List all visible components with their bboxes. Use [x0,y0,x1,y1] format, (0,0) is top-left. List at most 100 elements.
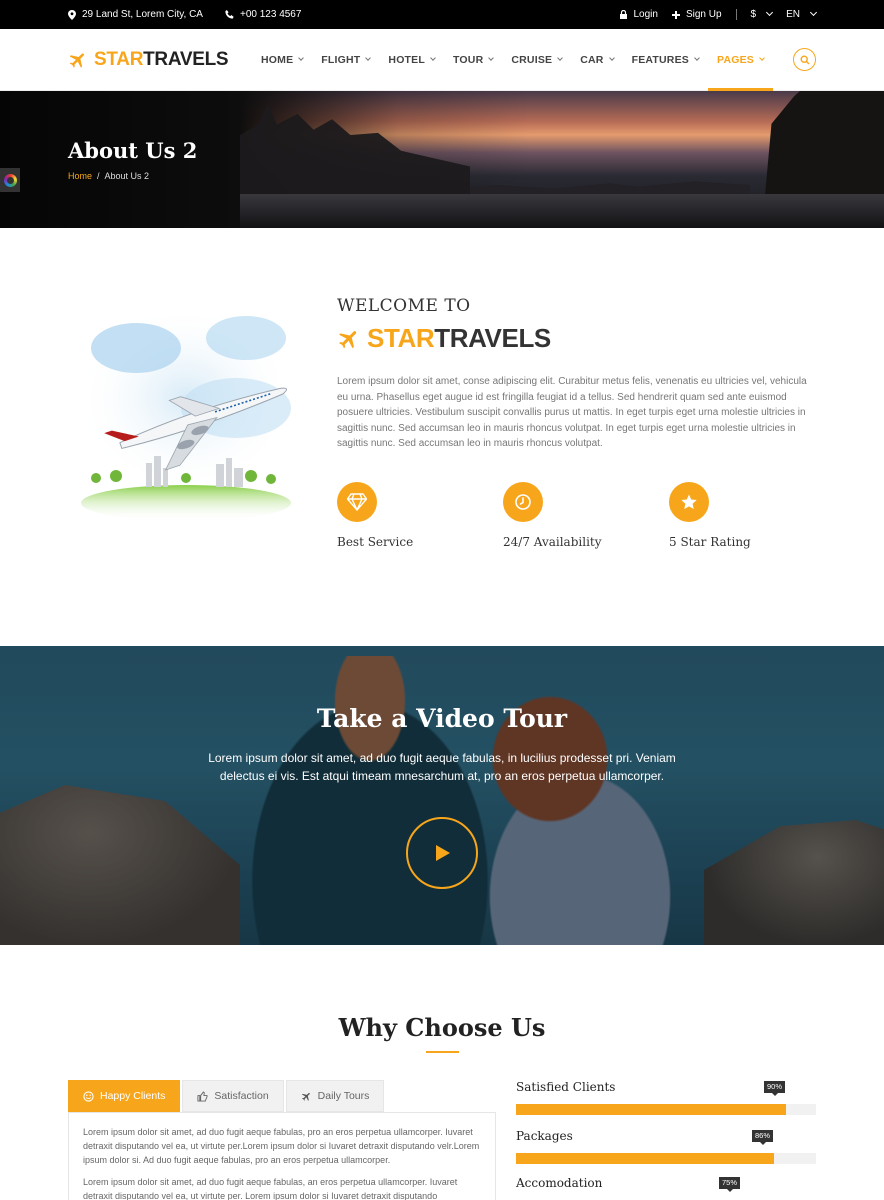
nav-label: CAR [580,53,604,66]
nav-item-pages[interactable]: PAGES [708,29,773,91]
logo-text-part1: STAR [94,48,144,70]
currency-dropdown[interactable]: $ [750,8,774,20]
tab-label: Happy Clients [100,1090,166,1102]
welcome-heading: WELCOME TO [337,296,471,316]
breadcrumb: Home / About Us 2 [68,171,149,181]
nav-item-car[interactable]: CAR [571,29,622,91]
video-tour-section: Take a Video Tour Lorem ipsum dolor sit … [0,646,884,945]
chevron-down-icon [608,54,615,61]
skill-packages: Packages 86% [516,1129,816,1164]
chevron-down-icon [759,54,765,61]
video-title: Take a Video Tour [316,704,568,733]
feature-label: 24/7 Availability [503,535,602,549]
welcome-body: Lorem ipsum dolor sit amet, conse adipis… [337,376,807,450]
hero-trees [764,91,884,206]
logo-text-part2: TRAVELS [143,48,229,70]
title-underline [426,1051,459,1053]
tab-satisfaction[interactable]: Satisfaction [182,1080,284,1112]
skill-accomodation: Accomodation 75% [516,1176,816,1192]
nav-label: FLIGHT [321,53,361,66]
feature-icon-circle [669,482,709,522]
why-choose-section: Why Choose Us Happy Clients Satisfaction… [0,945,884,1200]
feature-label: 5 Star Rating [669,535,751,549]
chevron-down-icon [365,54,372,61]
feature-availability: 24/7 Availability [503,482,602,549]
chevron-down-icon [557,54,564,61]
smiley-icon [83,1090,94,1102]
tab-happy-clients[interactable]: Happy Clients [68,1080,181,1112]
thumbs-up-icon [197,1090,208,1102]
nav-label: PAGES [717,53,754,66]
signup-link[interactable]: Sign Up [671,9,722,20]
welcome-section: WELCOME TO STAR TRAVELS Lorem ipsum dolor… [0,228,884,646]
section-title: Why Choose Us [338,1013,546,1042]
feature-icon-circle [503,482,543,522]
diamond-icon [347,493,367,511]
clock-icon [515,494,531,510]
chevron-down-icon [430,54,436,61]
nav-item-hotel[interactable]: HOTEL [379,29,444,91]
hero-castle [240,103,470,198]
play-video-button[interactable] [406,817,478,889]
video-text: Lorem ipsum dolor sit amet, ad duo fugit… [208,751,676,783]
welcome-brand-part1: STAR [367,323,435,353]
chevron-down-icon [488,54,495,61]
tab-panel-text: Lorem ipsum dolor sit amet, ad duo fugit… [83,1176,458,1200]
airplane-illustration [76,303,296,521]
tab-label: Daily Tours [317,1090,370,1102]
nav-label: TOUR [453,53,484,66]
nav-item-tour[interactable]: TOUR [444,29,502,91]
nav-menu: HOME FLIGHT HOTEL TOUR CRUISE CAR FEATUR… [252,29,816,91]
breadcrumb-home-link[interactable]: Home [68,171,92,181]
lock-icon [620,10,628,19]
chevron-down-icon [298,54,305,61]
login-link[interactable]: Login [620,9,658,20]
nav-label: FEATURES [631,53,690,66]
map-pin-icon [68,9,76,20]
page-hero: About Us 2 Home / About Us 2 [0,91,884,228]
plane-icon [301,1092,310,1101]
progress-fill [516,1104,786,1115]
feature-icon-circle [337,482,377,522]
skill-percent-badge: 86% [752,1130,774,1145]
nav-label: HOME [260,53,294,66]
phone[interactable]: +00 123 4567 [225,9,301,20]
nav-item-features[interactable]: FEATURES [623,29,708,91]
top-bar: 29 Land St, Lorem City, CA +00 123 4567 … [0,0,884,29]
page-title: About Us 2 [68,138,198,163]
star-icon [681,494,697,510]
chevron-down-icon [809,8,818,17]
progress-track [516,1104,816,1115]
hero-skyline [470,181,750,194]
login-label: Login [633,9,658,20]
nav-item-home[interactable]: HOME [252,29,312,91]
plane-icon [339,330,357,348]
plus-icon [671,10,680,19]
feature-star-rating: 5 Star Rating [669,482,751,549]
nav-item-flight[interactable]: FLIGHT [312,29,379,91]
tab-panel: Lorem ipsum dolor sit amet, ad duo fugit… [68,1112,496,1200]
color-switcher-button[interactable] [0,168,20,192]
chevron-down-icon [694,54,700,61]
tab-bar: Happy Clients Satisfaction Daily Tours [68,1080,386,1112]
skill-percent-badge: 90% [764,1081,786,1096]
skill-percent-badge: 75% [719,1177,741,1192]
tab-daily-tours[interactable]: Daily Tours [285,1080,385,1112]
nav-item-cruise[interactable]: CRUISE [502,29,571,91]
site-logo[interactable]: STAR TRAVELS [68,48,229,71]
divider [735,9,737,20]
language-value: EN [786,9,800,20]
address: 29 Land St, Lorem City, CA [68,9,203,20]
breadcrumb-current: About Us 2 [104,171,150,181]
nav-label: CRUISE [511,53,553,66]
nav-label: HOTEL [388,53,425,66]
search-button[interactable] [793,48,816,71]
feature-label: Best Service [337,535,414,549]
address-text: 29 Land St, Lorem City, CA [82,9,203,20]
phone-text: +00 123 4567 [239,9,302,20]
phone-icon [225,10,234,19]
language-dropdown[interactable]: EN [786,8,818,20]
feature-best-service: Best Service [337,482,413,549]
currency-value: $ [750,9,757,20]
background-overlay [0,646,884,945]
